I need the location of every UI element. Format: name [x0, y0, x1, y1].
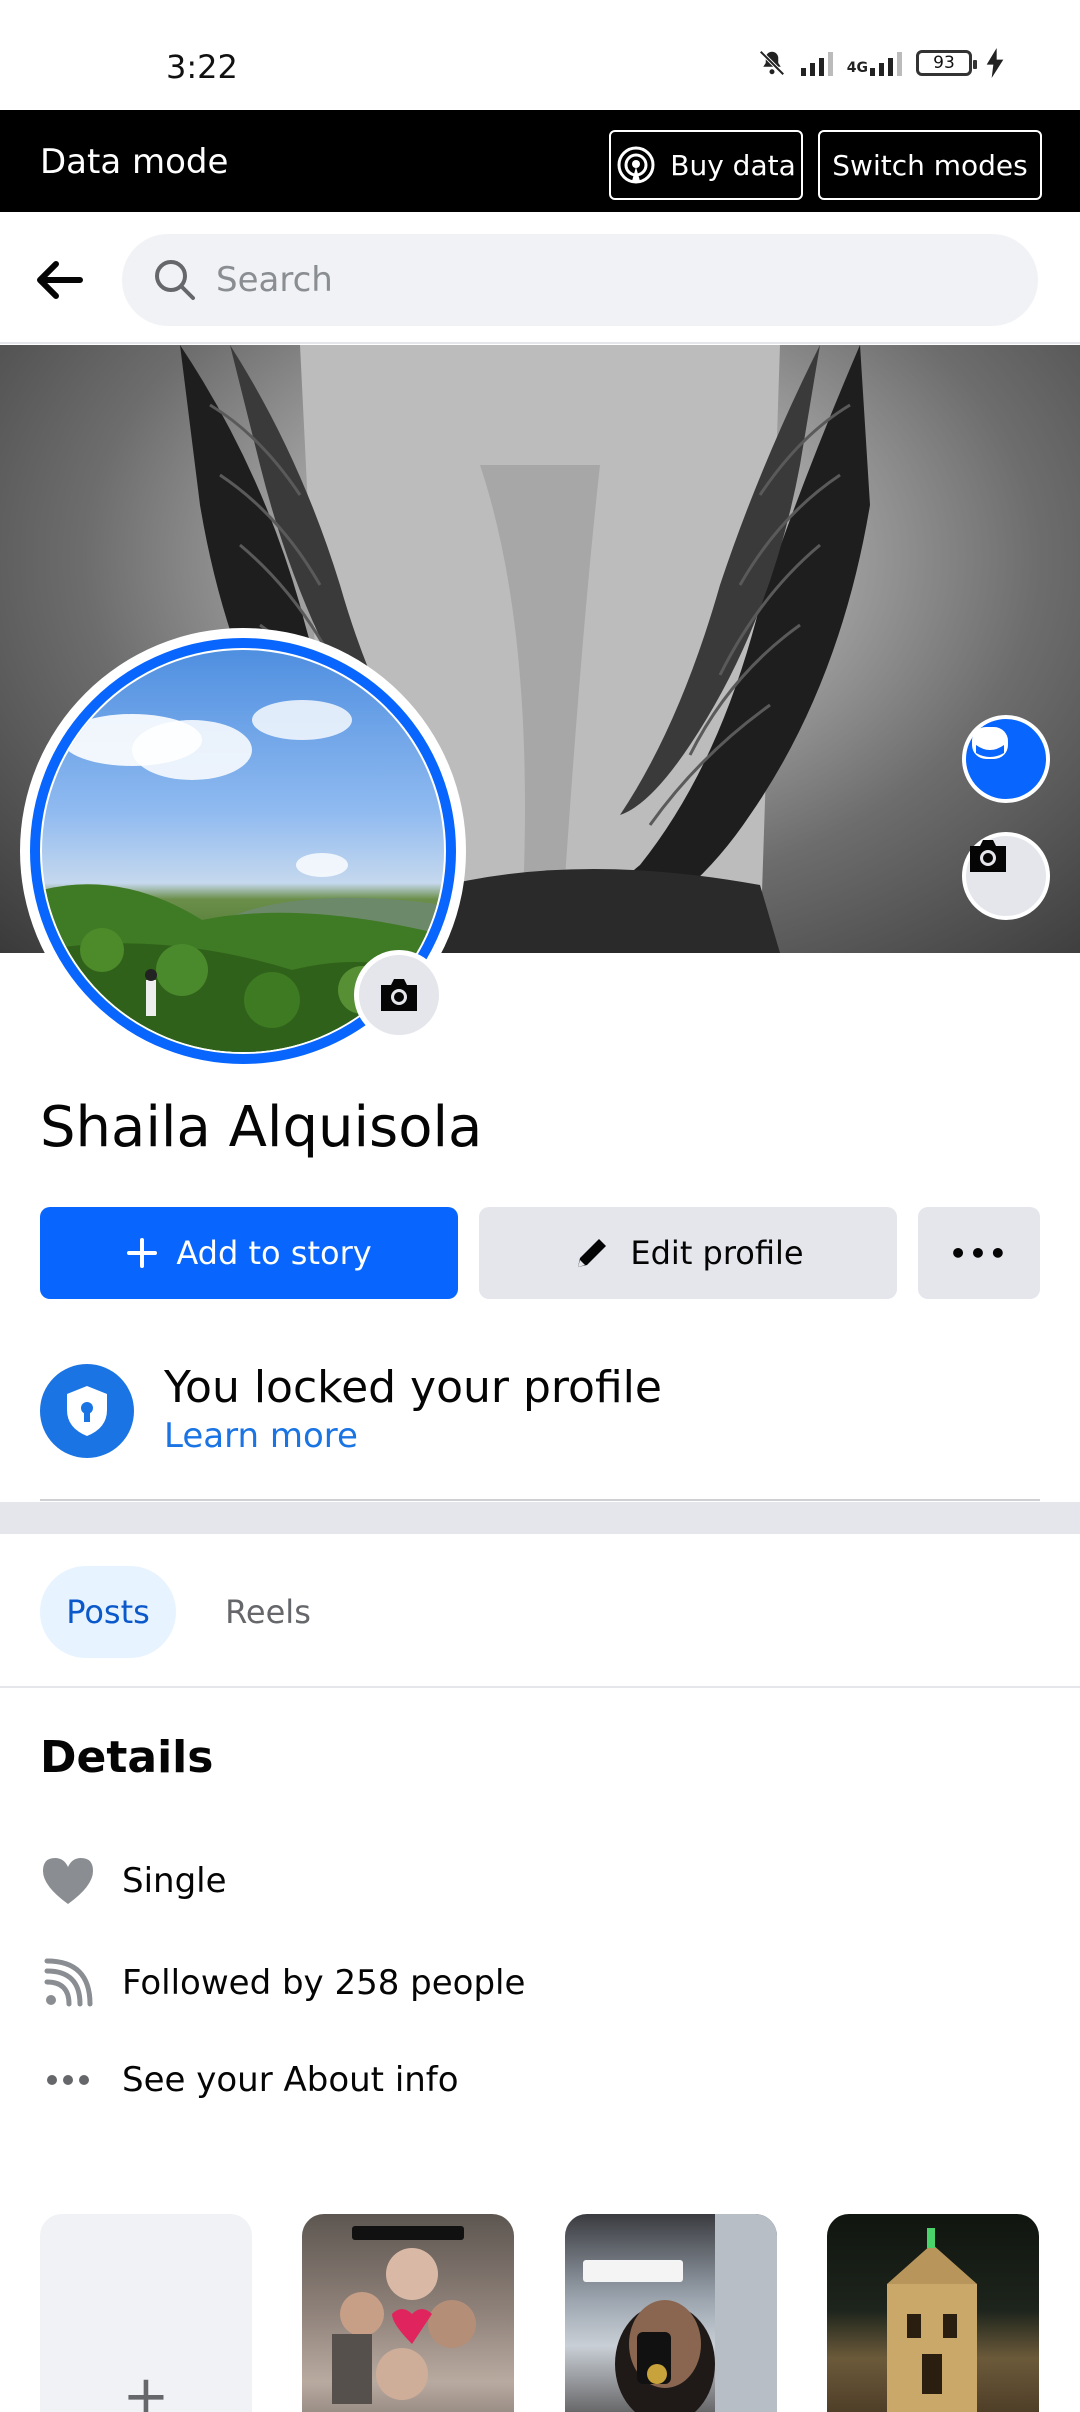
more-options-icon: •••	[949, 1236, 1009, 1270]
story-image	[887, 2228, 977, 2412]
ellipsis-icon	[40, 2052, 96, 2108]
avatar-face-icon	[972, 727, 1008, 759]
divider	[40, 1499, 1040, 1501]
pencil-icon	[578, 1239, 607, 1267]
followers-count: Followed by 258 people	[122, 1963, 526, 2003]
mute-bell-icon	[759, 50, 785, 76]
signal-icon	[800, 50, 833, 76]
data-mode-bar: Data mode Buy data Switch modes	[0, 110, 1080, 212]
story-caption-bar	[352, 2226, 464, 2240]
cover-camera-button[interactable]	[962, 832, 1050, 920]
story-card[interactable]	[827, 2214, 1039, 2412]
add-to-story-button[interactable]: Add to story	[40, 1207, 458, 1299]
locked-profile-notice: You locked your profile Learn more	[40, 1362, 1040, 1458]
stories-row: +	[0, 2214, 1080, 2412]
battery-icon: 93	[916, 50, 977, 76]
back-arrow-icon[interactable]	[28, 248, 92, 312]
buy-data-label: Buy data	[670, 148, 796, 182]
buy-data-button[interactable]: Buy data	[609, 130, 803, 200]
profile-camera-button[interactable]	[354, 950, 444, 1040]
story-caption-bar	[583, 2260, 683, 2282]
search-placeholder: Search	[216, 260, 333, 300]
search-input[interactable]: Search	[122, 234, 1038, 326]
status-icons: 4G 93	[757, 48, 1004, 78]
profile-photo-container[interactable]	[20, 628, 466, 1074]
more-options-button[interactable]: •••	[918, 1207, 1040, 1299]
profile-actions: Add to story Edit profile •••	[40, 1207, 1040, 1299]
data-mode-title: Data mode	[40, 142, 229, 182]
camera-icon	[381, 979, 417, 1011]
profile-tabs: Posts Reels	[0, 1534, 1080, 1688]
search-icon	[155, 260, 195, 300]
section-separator	[0, 1502, 1080, 1534]
relationship-status: Single	[122, 1861, 227, 1901]
see-about-info: See your About info	[122, 2060, 459, 2100]
story-image	[615, 2214, 777, 2412]
switch-modes-label: Switch modes	[832, 148, 1028, 182]
rss-feed-icon	[40, 1955, 96, 2011]
locked-profile-title: You locked your profile	[164, 1362, 662, 1413]
story-card[interactable]	[565, 2214, 777, 2412]
story-image	[332, 2248, 476, 2404]
tab-posts[interactable]: Posts	[40, 1566, 176, 1658]
details-heading: Details	[40, 1732, 214, 1783]
charging-icon	[986, 48, 1004, 78]
status-time: 3:22	[166, 48, 238, 86]
add-story-plus: +	[122, 2364, 170, 2412]
detail-relationship: Single	[40, 1851, 227, 1911]
tab-reels[interactable]: Reels	[200, 1566, 336, 1658]
profile-name: Shaila Alquisola	[40, 1095, 483, 1160]
plus-icon	[127, 1238, 158, 1268]
broadcast-icon	[617, 146, 655, 184]
add-to-story-label: Add to story	[176, 1234, 372, 1272]
edit-profile-button[interactable]: Edit profile	[479, 1207, 897, 1299]
add-story-card[interactable]: +	[40, 2214, 252, 2412]
avatar-button[interactable]	[962, 715, 1050, 803]
detail-about[interactable]: See your About info	[40, 2050, 459, 2110]
switch-modes-button[interactable]: Switch modes	[818, 130, 1042, 200]
search-header: Search	[0, 212, 1080, 344]
edit-profile-label: Edit profile	[630, 1234, 804, 1272]
learn-more-link[interactable]: Learn more	[164, 1416, 358, 1456]
heart-icon	[40, 1853, 96, 1909]
shield-lock-icon	[40, 1364, 134, 1458]
camera-icon	[970, 840, 1006, 872]
status-bar: 3:22 4G 93	[0, 0, 1080, 110]
story-card[interactable]	[302, 2214, 514, 2412]
4g-signal-icon: 4G	[847, 50, 902, 76]
detail-followers[interactable]: Followed by 258 people	[40, 1953, 525, 2013]
